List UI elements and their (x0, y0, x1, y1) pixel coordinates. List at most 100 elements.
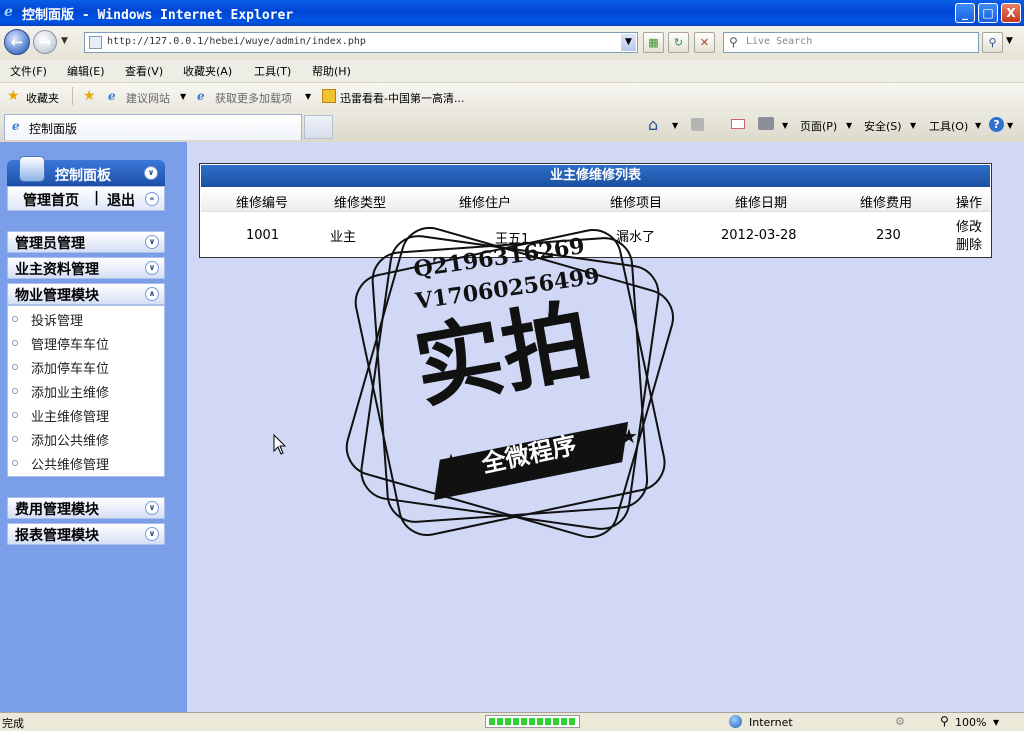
control-panel-icon (19, 156, 45, 182)
chevron-down-icon[interactable]: ▼ (910, 121, 916, 130)
section-label: 管理员管理 (15, 236, 85, 252)
collapse-icon: ∧ (145, 287, 159, 301)
chevron-down-icon[interactable]: ▼ (782, 121, 788, 130)
mouse-cursor-icon (273, 433, 287, 459)
address-bar[interactable]: http://127.0.0.1/hebei/wuye/admin/index.… (84, 32, 638, 53)
section-label: 报表管理模块 (15, 528, 99, 544)
collapse-all-icon[interactable]: ∨ (144, 166, 158, 180)
tab-control-panel[interactable]: e 控制面版 (4, 114, 302, 140)
table-title: 业主修维修列表 (201, 165, 990, 187)
expand-icon: ∨ (145, 235, 159, 249)
menu-help[interactable]: 帮助(H) (312, 63, 351, 79)
progress-segment (513, 718, 519, 725)
menu-file[interactable]: 文件(F) (10, 63, 47, 79)
progress-segment (537, 718, 543, 725)
section-label: 业主资料管理 (15, 262, 99, 278)
bullet-icon (12, 316, 18, 322)
sidebar-section-admin[interactable]: 管理员管理 ∨ (7, 231, 165, 253)
forward-button[interactable]: → (33, 30, 57, 54)
history-dropdown-icon[interactable]: ▼ (61, 36, 68, 46)
chevron-down-icon[interactable]: ▼ (305, 92, 311, 101)
chevron-down-icon[interactable]: ▼ (993, 718, 999, 727)
safety-menu[interactable]: 安全(S) (864, 118, 902, 134)
sidebar-item-owner-repair-manage[interactable]: 业主维修管理 (31, 406, 109, 425)
sidebar-item-add-owner-repair[interactable]: 添加业主维修 (31, 382, 109, 401)
collapse-left-icon[interactable]: « (145, 192, 159, 206)
close-button[interactable]: X (1001, 3, 1021, 23)
menu-favorites[interactable]: 收藏夹(A) (183, 63, 232, 79)
print-icon[interactable] (758, 117, 774, 130)
home-icon[interactable]: ⌂ (648, 115, 658, 134)
refresh-icon[interactable]: ↻ (668, 32, 689, 53)
zoom-level[interactable]: 100% (955, 716, 986, 729)
window-title: 控制面版 - Windows Internet Explorer (22, 8, 294, 23)
favorites-divider (72, 87, 73, 105)
sidebar-section-fees[interactable]: 费用管理模块 ∨ (7, 497, 165, 519)
cell-repair-fee: 230 (876, 228, 901, 243)
search-options-icon[interactable]: ▼ (1006, 36, 1013, 46)
minimize-button[interactable]: _ (955, 3, 975, 23)
sidebar-section-property[interactable]: 物业管理模块 ∧ (7, 283, 165, 305)
maximize-button[interactable]: □ (978, 3, 998, 23)
expand-icon: ∨ (145, 527, 159, 541)
globe-icon (729, 715, 742, 728)
sidebar-item-add-parking[interactable]: 添加停车车位 (31, 358, 109, 377)
feeds-icon[interactable] (691, 118, 704, 131)
search-icon[interactable]: ⚲ (982, 32, 1003, 53)
ie-page-icon: e (12, 119, 20, 133)
search-box[interactable]: ⚲ Live Search (723, 32, 979, 53)
compatibility-icon[interactable]: ▦ (643, 32, 664, 53)
progress-segment (529, 718, 535, 725)
sidebar-item-complaints[interactable]: 投诉管理 (31, 310, 83, 329)
col-repair-id: 维修编号 (236, 196, 289, 211)
page-icon (89, 36, 102, 49)
menu-tools[interactable]: 工具(T) (254, 63, 291, 79)
sidebar-header: 控制面板 ∨ (7, 156, 165, 186)
home-link[interactable]: 管理首页 (23, 190, 79, 210)
menu-view[interactable]: 查看(V) (125, 63, 163, 79)
sidebar-section-reports[interactable]: 报表管理模块 ∨ (7, 523, 165, 545)
progress-segment (545, 718, 551, 725)
watermark-star-right: ★ (620, 424, 638, 448)
delete-link[interactable]: 删除 (956, 234, 982, 253)
logout-link[interactable]: 退出 (107, 190, 135, 210)
bullet-icon (12, 340, 18, 346)
ie-logo-icon: e (4, 4, 13, 20)
stop-icon[interactable]: ✕ (694, 32, 715, 53)
progress-segment (561, 718, 567, 725)
page-menu[interactable]: 页面(P) (800, 118, 837, 134)
edit-link[interactable]: 修改 (956, 216, 982, 235)
progress-segment (497, 718, 503, 725)
fav-xunlei[interactable]: 迅雷看看-中国第一高清... (340, 90, 464, 106)
progress-segment (569, 718, 575, 725)
link-separator: | (94, 190, 100, 206)
expand-icon: ∨ (145, 501, 159, 515)
chevron-down-icon[interactable]: ▼ (672, 121, 678, 130)
menu-edit[interactable]: 编辑(E) (67, 63, 105, 79)
add-favorite-icon[interactable]: ★ (83, 88, 96, 104)
sidebar-item-add-public-repair[interactable]: 添加公共维修 (31, 430, 109, 449)
chevron-down-icon[interactable]: ▼ (846, 121, 852, 130)
zoom-icon[interactable]: ⚲ (940, 714, 949, 728)
new-tab-button[interactable] (304, 115, 333, 139)
mail-icon[interactable] (731, 119, 745, 129)
sidebar-item-public-repair-manage[interactable]: 公共维修管理 (31, 454, 109, 473)
chevron-down-icon[interactable]: ▼ (180, 92, 186, 101)
security-zone: Internet (749, 716, 793, 729)
fav-addons[interactable]: 获取更多加载项 (215, 90, 292, 106)
address-dropdown-icon[interactable]: ▼ (621, 34, 636, 51)
chevron-down-icon[interactable]: ▼ (975, 121, 981, 130)
progress-segment (521, 718, 527, 725)
back-button[interactable]: ← (4, 29, 30, 55)
fav-suggested-sites[interactable]: 建议网站 (126, 90, 170, 106)
help-icon[interactable]: ? (989, 117, 1004, 132)
sidebar-section-owners[interactable]: 业主资料管理 ∨ (7, 257, 165, 279)
address-input[interactable]: http://127.0.0.1/hebei/wuye/admin/index.… (107, 36, 366, 47)
favorites-button[interactable]: 收藏夹 (26, 90, 59, 106)
search-input[interactable]: Live Search (746, 36, 812, 47)
protected-mode-icon[interactable]: ⚙ (895, 715, 905, 728)
chevron-down-icon[interactable]: ▼ (1007, 121, 1013, 130)
sidebar-item-manage-parking[interactable]: 管理停车车位 (31, 334, 109, 353)
tools-menu[interactable]: 工具(O) (929, 118, 968, 134)
cell-repair-date: 2012-03-28 (721, 228, 797, 243)
